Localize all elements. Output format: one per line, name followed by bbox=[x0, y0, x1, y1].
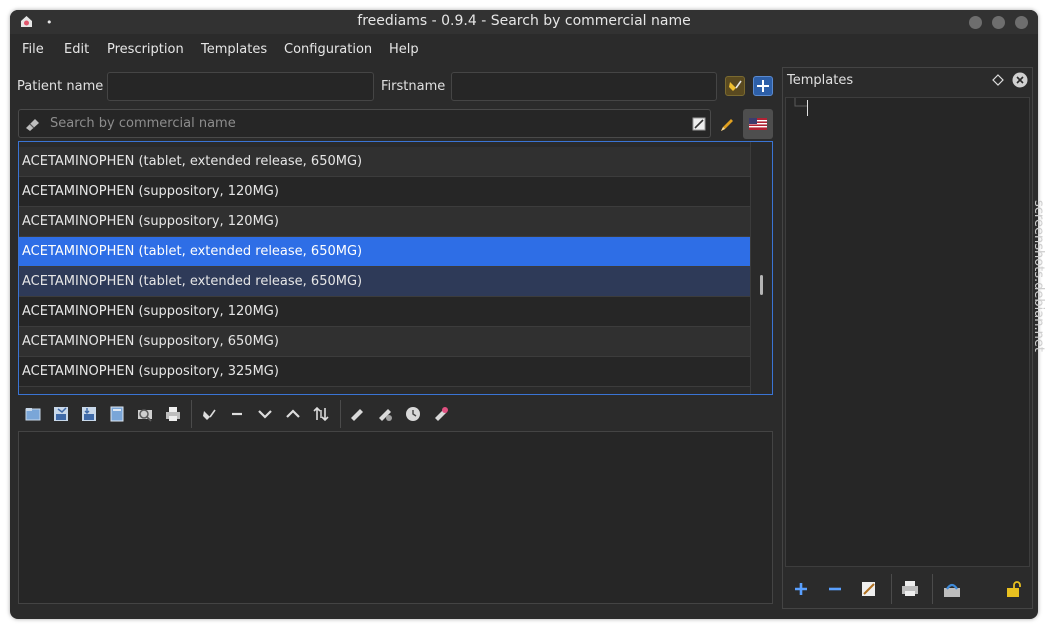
menu-help[interactable]: Help bbox=[389, 42, 419, 57]
menu-prescription[interactable]: Prescription bbox=[107, 42, 184, 57]
list-item[interactable]: ACETAMINOPHEN (tablet, extended release,… bbox=[19, 147, 751, 177]
move-down-icon[interactable] bbox=[257, 406, 273, 422]
save-icon[interactable] bbox=[943, 580, 961, 598]
watermark: screenshots.debian.net bbox=[1031, 200, 1046, 352]
pill-search-icon bbox=[26, 119, 39, 131]
sort-icon[interactable] bbox=[313, 406, 329, 422]
patient-name-label: Patient name bbox=[17, 79, 104, 94]
search-placeholder: Search by commercial name bbox=[50, 116, 236, 131]
patient-add-button[interactable] bbox=[753, 76, 773, 96]
list-item-hover[interactable]: ACETAMINOPHEN (tablet, extended release,… bbox=[19, 267, 751, 297]
save-as-icon[interactable] bbox=[81, 406, 97, 422]
us-flag-icon bbox=[749, 118, 767, 130]
unlock-icon[interactable] bbox=[1005, 580, 1023, 598]
notepad-edit-icon[interactable] bbox=[692, 117, 706, 131]
text-cursor bbox=[807, 100, 808, 116]
drug-results-list[interactable]: ACETAMINOPHEN (tablet, extended release,… bbox=[18, 141, 773, 395]
float-panel-icon[interactable] bbox=[992, 74, 1004, 86]
patient-clear-button[interactable] bbox=[725, 76, 745, 96]
menu-configuration[interactable]: Configuration bbox=[284, 42, 372, 57]
prescription-view[interactable] bbox=[18, 431, 773, 604]
edit-icon[interactable] bbox=[860, 580, 878, 598]
pencil-icon[interactable] bbox=[719, 117, 735, 133]
print-icon[interactable] bbox=[901, 580, 919, 598]
book-icon[interactable] bbox=[109, 406, 125, 422]
clear-icon[interactable] bbox=[201, 406, 217, 422]
list-item[interactable]: ACETAMINOPHEN (suppository, 650MG) bbox=[19, 327, 751, 357]
clock-icon[interactable] bbox=[405, 406, 421, 422]
open-icon[interactable] bbox=[25, 406, 41, 422]
drug-search-field[interactable]: Search by commercial name bbox=[18, 109, 711, 138]
templates-tree[interactable] bbox=[785, 97, 1030, 567]
broom-icon bbox=[729, 80, 742, 91]
list-scrollbar[interactable] bbox=[750, 142, 772, 394]
plus-icon bbox=[757, 80, 769, 92]
remove-icon[interactable] bbox=[229, 406, 245, 422]
toolbar-separator bbox=[932, 574, 933, 604]
templates-panel: Templates bbox=[782, 67, 1033, 609]
close-panel-icon[interactable] bbox=[1012, 72, 1028, 88]
window-title: freediams - 0.9.4 - Search by commercial… bbox=[357, 13, 691, 29]
language-button[interactable] bbox=[743, 109, 773, 139]
interactions-icon[interactable] bbox=[377, 406, 393, 422]
menu-edit[interactable]: Edit bbox=[64, 42, 89, 57]
scrollbar-thumb[interactable] bbox=[760, 275, 763, 295]
list-item[interactable]: ACETAMINOPHEN (suppository, 325MG) bbox=[19, 357, 751, 387]
list-item-selected[interactable]: ACETAMINOPHEN (tablet, extended release,… bbox=[19, 237, 751, 267]
toolbar-separator bbox=[191, 400, 192, 428]
menu-templates[interactable]: Templates bbox=[201, 42, 267, 57]
title-bar[interactable]: • freediams - 0.9.4 - Search by commerci… bbox=[10, 10, 1038, 34]
firstname-field[interactable] bbox=[451, 72, 717, 101]
maximize-button[interactable] bbox=[992, 16, 1005, 29]
minimize-button[interactable] bbox=[969, 16, 982, 29]
firstname-label: Firstname bbox=[381, 79, 446, 94]
move-up-icon[interactable] bbox=[285, 406, 301, 422]
toolbar-separator bbox=[891, 574, 892, 604]
print-icon[interactable] bbox=[165, 406, 181, 422]
close-button[interactable] bbox=[1015, 16, 1028, 29]
app-window: • freediams - 0.9.4 - Search by commerci… bbox=[10, 10, 1038, 619]
list-item[interactable]: ACETAMINOPHEN (suppository, 120MG) bbox=[19, 297, 751, 327]
drug-info-icon[interactable] bbox=[349, 406, 365, 422]
list-item[interactable]: ACETAMINOPHEN (suppository, 120MG) bbox=[19, 207, 751, 237]
edit-rx-icon[interactable] bbox=[433, 406, 449, 422]
templates-panel-title: Templates bbox=[787, 73, 854, 88]
preview-icon[interactable] bbox=[137, 406, 153, 422]
add-icon[interactable] bbox=[792, 580, 810, 598]
save-icon[interactable] bbox=[53, 406, 69, 422]
toolbar-separator bbox=[340, 400, 341, 428]
menu-bar: File Edit Prescription Templates Configu… bbox=[10, 36, 1038, 62]
patient-name-field[interactable] bbox=[107, 72, 374, 101]
remove-icon[interactable] bbox=[826, 580, 844, 598]
menu-file[interactable]: File bbox=[22, 42, 44, 57]
list-item[interactable]: ACETAMINOPHEN (suppository, 120MG) bbox=[19, 177, 751, 207]
